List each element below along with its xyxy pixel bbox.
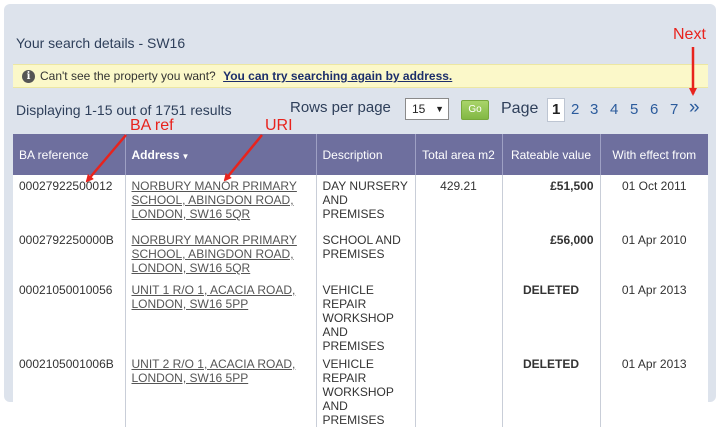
cell-rateable-value: £51,500 (502, 175, 601, 229)
address-line: LONDON, SW16 5QR (131, 207, 251, 221)
header-rateable-value: Rateable value (502, 134, 601, 175)
cell-address: UNIT 2 R/O 1, ACACIA ROAD, LONDON, SW16 5… (125, 353, 317, 427)
address-line: LONDON, SW16 5PP (131, 297, 249, 311)
notice-text: Can't see the property you want? (40, 69, 216, 83)
address-link[interactable]: NORBURY MANOR PRIMARY SCHOOL, ABINGDON RO… (132, 179, 297, 221)
address-line: NORBURY MANOR PRIMARY (131, 233, 297, 247)
header-effect-date: With effect from (600, 134, 708, 175)
header-address[interactable]: Address ▼ (125, 134, 317, 175)
notice-text-wrap: Can't see the property you want? You can… (40, 65, 452, 87)
annotation-ba-ref: BA ref (130, 117, 174, 134)
go-button[interactable]: Go (461, 100, 489, 120)
table-header-row: BA reference Address ▼ Description Total … (13, 134, 708, 175)
cell-total-area (415, 229, 503, 279)
cell-ba-reference: 00027922500012 (13, 175, 126, 229)
page-link[interactable]: 5 (630, 101, 638, 118)
description-line: REPAIR (322, 297, 367, 311)
address-line: LONDON, SW16 5QR (131, 261, 251, 275)
description-line: REPAIR (322, 371, 367, 385)
address-link[interactable]: UNIT 1 R/O 1, ACACIA ROAD, LONDON, SW16 5… (132, 283, 296, 311)
results-count: Displaying 1-15 out of 1751 results (16, 102, 232, 118)
description-line: DAY NURSERY (322, 179, 408, 193)
cell-total-area (415, 279, 503, 353)
address-link[interactable]: NORBURY MANOR PRIMARY SCHOOL, ABINGDON RO… (132, 233, 297, 275)
page-label: Page (501, 100, 539, 117)
description-line: VEHICLE (322, 357, 374, 371)
rows-per-page-select[interactable]: 15 ▼ (405, 98, 449, 120)
page-link-current[interactable]: 1 (547, 98, 566, 122)
cell-address: UNIT 1 R/O 1, ACACIA ROAD, LONDON, SW16 5… (125, 279, 317, 353)
header-total-area: Total area m2 (415, 134, 503, 175)
notice-banner: i Can't see the property you want? You c… (13, 64, 708, 88)
cell-ba-reference: 0002105001006B (13, 353, 126, 427)
address-line: SCHOOL, ABINGDON ROAD, (131, 193, 294, 207)
address-line: NORBURY MANOR PRIMARY (131, 179, 297, 193)
table-row: 00027922500012 NORBURY MANOR PRIMARY SCHO… (13, 175, 708, 229)
annotation-uri: URI (265, 117, 293, 134)
cell-description: VEHICLE REPAIR WORKSHOP AND PREMISES (316, 353, 416, 427)
cell-rateable-value: DELETED (502, 279, 601, 353)
description-line: PREMISES (322, 247, 385, 261)
table-row: 0002105001006B UNIT 2 R/O 1, ACACIA ROAD… (13, 353, 708, 427)
description-line: WORKSHOP (322, 385, 394, 399)
description-line: WORKSHOP (322, 311, 394, 325)
address-line: SCHOOL, ABINGDON ROAD, (131, 247, 294, 261)
address-line: LONDON, SW16 5PP (131, 371, 249, 385)
annotation-next: Next (673, 26, 706, 43)
cell-rateable-value: DELETED (502, 353, 601, 427)
page-link[interactable]: 3 (590, 101, 598, 118)
search-by-address-link[interactable]: You can try searching again by address. (223, 69, 452, 83)
cell-ba-reference: 0002792250000B (13, 229, 126, 279)
cell-address: NORBURY MANOR PRIMARY SCHOOL, ABINGDON RO… (125, 175, 317, 229)
description-line: AND PREMISES (322, 193, 385, 221)
description-line: VEHICLE (322, 283, 374, 297)
page-link[interactable]: 7 (670, 101, 678, 118)
cell-address: NORBURY MANOR PRIMARY SCHOOL, ABINGDON RO… (125, 229, 317, 279)
cell-ba-reference: 00021050010056 (13, 279, 126, 353)
page-link[interactable]: 6 (650, 101, 658, 118)
address-line: UNIT 1 R/O 1, ACACIA ROAD, (131, 283, 296, 297)
header-description: Description (316, 134, 416, 175)
cell-effect-date: 01 Oct 2011 (600, 175, 708, 229)
rows-per-page-value: 15 (412, 102, 426, 116)
page-link[interactable]: 4 (610, 101, 618, 118)
cell-effect-date: 01 Apr 2010 (600, 229, 708, 279)
info-icon: i (22, 70, 35, 83)
cell-description: DAY NURSERY AND PREMISES (316, 175, 416, 229)
description-line: AND PREMISES (322, 399, 385, 427)
rows-per-page-label: Rows per page (290, 99, 391, 116)
header-address-label: Address (131, 147, 180, 162)
cell-effect-date: 01 Apr 2013 (600, 279, 708, 353)
table-row: 0002792250000B NORBURY MANOR PRIMARY SCHO… (13, 229, 708, 279)
description-line: SCHOOL AND (322, 233, 401, 247)
cell-rateable-value: £56,000 (502, 229, 601, 279)
header-ba-reference: BA reference (13, 134, 126, 175)
cell-description: VEHICLE REPAIR WORKSHOP AND PREMISES (316, 279, 416, 353)
page-link[interactable]: 2 (571, 101, 579, 118)
sort-caret-icon: ▼ (181, 151, 190, 161)
address-line: UNIT 2 R/O 1, ACACIA ROAD, (131, 357, 296, 371)
cell-total-area: 429.21 (415, 175, 503, 229)
table-row: 00021050010056 UNIT 1 R/O 1, ACACIA ROAD… (13, 279, 708, 353)
dropdown-arrow-icon: ▼ (435, 104, 444, 114)
search-details-title: Your search details - SW16 (16, 35, 186, 51)
cell-effect-date: 01 Apr 2013 (600, 353, 708, 427)
next-page-link[interactable]: » (689, 97, 700, 119)
description-line: AND PREMISES (322, 325, 385, 353)
cell-description: SCHOOL AND PREMISES (316, 229, 416, 279)
results-table: BA reference Address ▼ Description Total … (13, 134, 708, 427)
cell-total-area (415, 353, 503, 427)
address-link[interactable]: UNIT 2 R/O 1, ACACIA ROAD, LONDON, SW16 5… (132, 357, 296, 385)
